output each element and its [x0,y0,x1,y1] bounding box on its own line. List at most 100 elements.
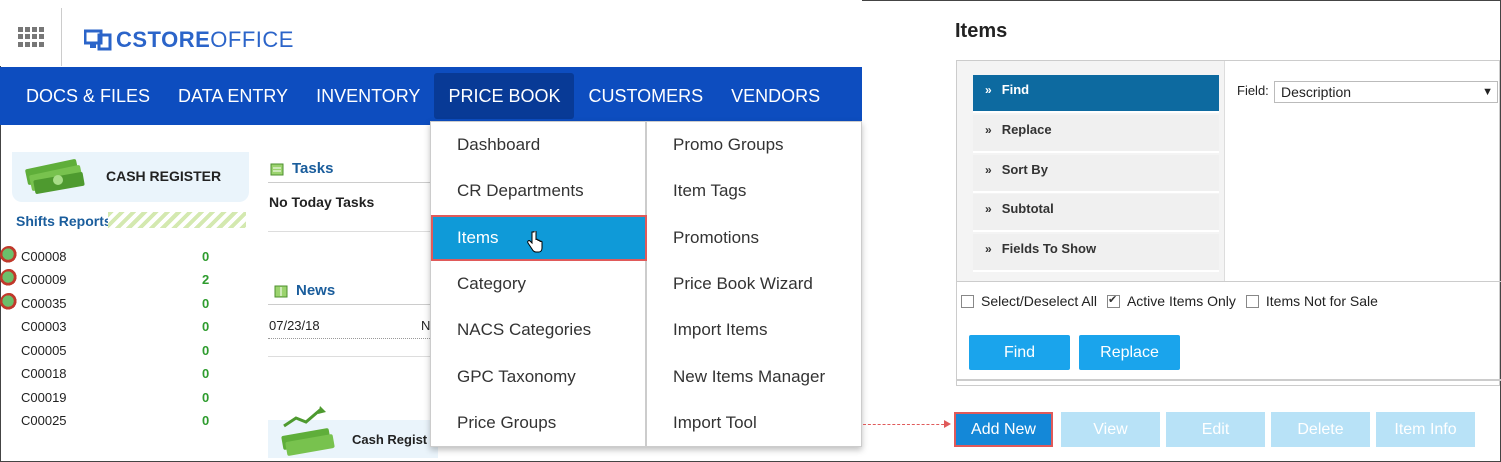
section-fields-to-show[interactable]: » Fields To Show [973,234,1219,272]
top-bar: CSTOREOFFICE [0,0,862,66]
money-stack-icon [25,159,85,194]
logo[interactable]: CSTOREOFFICE [84,27,294,53]
shift-row[interactable]: C00009 2 [0,268,220,290]
menu-item-items-label: Items [457,228,499,247]
shift-row[interactable]: C00035 0 [0,292,220,314]
main-nav: DOCS & FILES DATA ENTRY INVENTORY PRICE … [0,67,862,125]
checkbox-label: Active Items Only [1126,293,1236,309]
news-icon [274,285,288,297]
shift-code: C00008 [21,249,67,264]
shifts-stripe [108,212,246,228]
divider [268,356,430,357]
divider [268,231,430,232]
tasks-empty-text: No Today Tasks [269,194,375,210]
menu-item-promo-groups[interactable]: Promo Groups [649,122,865,168]
section-label: Replace [1001,122,1052,137]
menu-item-item-tags[interactable]: Item Tags [649,168,865,214]
shifts-reports-title[interactable]: Shifts Reports [16,213,112,229]
news-header: News [274,282,335,299]
shift-code: C00018 [21,366,67,381]
menu-item-dashboard[interactable]: Dashboard [431,122,647,168]
shift-row[interactable]: C00019 0 [0,386,220,408]
field-label: Field: [1237,83,1269,98]
select-all-checkbox[interactable] [961,294,974,308]
tasks-icon [270,163,284,175]
delete-button[interactable]: Delete [1271,412,1370,447]
cash-register-widget-2[interactable]: Cash Regist [268,406,438,458]
chevron-double-right-icon: » [985,123,992,137]
menu-item-promotions[interactable]: Promotions [649,215,865,261]
divider [957,379,1501,381]
menu-item-cr-departments[interactable]: CR Departments [431,168,647,214]
items-panel: » Find » Replace » Sort By » Subtotal » Field… [956,60,1501,386]
register-status-icon [0,246,18,264]
tasks-header: Tasks [270,160,333,177]
section-find[interactable]: » Find [973,75,1219,113]
find-button[interactable]: Find [969,335,1070,370]
nav-docs-files[interactable]: DOCS & FILES [12,73,164,119]
section-label: Subtotal [1001,201,1054,216]
active-items-checkbox[interactable] [1106,293,1120,308]
shift-row[interactable]: C00008 0 [0,245,220,267]
cash-register-widget[interactable]: CASH REGISTER [12,152,249,202]
not-for-sale-checkbox[interactable] [1245,294,1259,308]
menu-item-items[interactable]: Items [431,215,647,261]
divider [268,304,430,305]
shift-code: C00035 [21,296,67,311]
nav-inventory[interactable]: INVENTORY [302,73,434,119]
item-info-button[interactable]: Item Info [1376,412,1475,447]
menu-item-gpc-taxonomy[interactable]: GPC Taxonomy [431,354,647,400]
news-title: News [296,282,336,299]
menu-column-left: Dashboard CR Departments Items Category … [431,122,647,446]
replace-button[interactable]: Replace [1079,335,1180,370]
menu-item-price-book-wizard[interactable]: Price Book Wizard [649,261,865,307]
section-label: Find [1001,82,1030,97]
shift-code: C00019 [21,390,67,405]
menu-item-new-items-manager[interactable]: New Items Manager [649,354,865,400]
shift-count: 0 [202,319,210,334]
shift-count: 0 [202,296,210,311]
shift-count: 0 [202,413,210,428]
money-chart-icon [281,406,335,456]
field-select[interactable]: Description ▼ [1274,81,1498,103]
cash-register-title: CASH REGISTER [106,168,222,184]
chevron-double-right-icon: » [985,83,992,97]
section-subtotal[interactable]: » Subtotal [973,194,1219,232]
menu-item-nacs-categories[interactable]: NACS Categories [431,307,647,353]
shift-row[interactable]: C00018 0 [0,362,220,384]
shift-code: C00009 [21,272,67,287]
edit-button[interactable]: Edit [1166,412,1265,447]
callout-arrow-icon [944,420,951,428]
menu-column-right: Promo Groups Item Tags Promotions Price … [649,122,865,446]
chevron-double-right-icon: » [985,202,992,216]
nav-customers[interactable]: CUSTOMERS [574,73,717,119]
logo-text-bold: CSTORE [116,27,211,52]
logo-icon [84,29,112,51]
shift-count: 2 [202,272,210,287]
nav-data-entry[interactable]: DATA ENTRY [164,73,302,119]
news-date: 07/23/18 [269,318,320,333]
shift-count: 0 [202,366,210,381]
add-new-button[interactable]: Add New [954,412,1053,447]
hand-cursor-icon [527,231,543,253]
section-sort-by[interactable]: » Sort By [973,155,1219,193]
menu-item-import-items[interactable]: Import Items [649,307,865,353]
news-text[interactable]: N [421,318,430,333]
view-button[interactable]: View [1061,412,1160,447]
menu-item-category[interactable]: Category [431,261,647,307]
shift-row[interactable]: C00025 0 [0,409,220,431]
menu-item-import-tool[interactable]: Import Tool [649,400,865,446]
shift-code: C00005 [21,343,67,358]
section-replace[interactable]: » Replace [973,115,1219,153]
page-title: Items [955,20,1008,42]
checkbox-label: Select/Deselect All [981,293,1097,309]
apps-grid-icon[interactable] [18,27,44,47]
shift-code: C00003 [21,319,67,334]
cash-register-title-2: Cash Regist [352,432,428,447]
section-label: Sort By [1001,162,1048,177]
nav-vendors[interactable]: VENDORS [717,73,834,119]
menu-item-price-groups[interactable]: Price Groups [431,400,647,446]
shift-row[interactable]: C00003 0 [0,315,220,337]
shift-row[interactable]: C00005 0 [0,339,220,361]
nav-price-book[interactable]: PRICE BOOK [434,73,575,119]
